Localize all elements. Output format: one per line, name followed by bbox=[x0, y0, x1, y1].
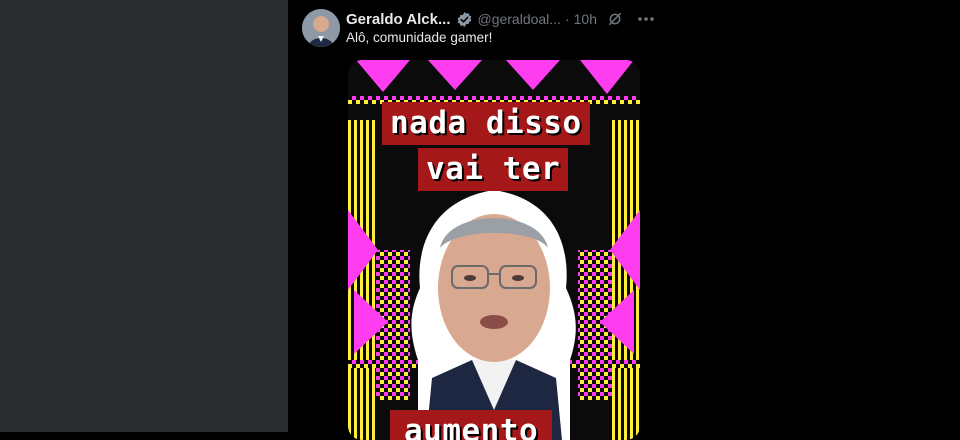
caption-line-1: nada disso bbox=[382, 102, 590, 145]
tweet-card[interactable]: Geraldo Alck... @geraldoal... · 10h Alô,… bbox=[288, 0, 960, 440]
avatar[interactable] bbox=[302, 9, 340, 47]
separator-dot: · bbox=[564, 11, 570, 27]
caption-line-2: vai ter bbox=[418, 148, 569, 191]
left-sidebar-panel bbox=[0, 0, 288, 432]
tweet-text: Alô, comunidade gamer! bbox=[346, 30, 493, 45]
tweet-timestamp[interactable]: 10h bbox=[574, 11, 597, 27]
caption-line-3: aumento bbox=[390, 410, 553, 440]
author-handle[interactable]: @geraldoal... bbox=[477, 11, 560, 27]
verified-badge-icon bbox=[456, 11, 473, 28]
author-name[interactable]: Geraldo Alck... bbox=[346, 11, 450, 28]
tweet-header: Geraldo Alck... @geraldoal... · 10h bbox=[346, 9, 657, 29]
more-options-icon[interactable] bbox=[635, 11, 657, 27]
tweet-media-video[interactable]: nada disso vai ter aumento bbox=[348, 60, 640, 440]
grok-icon[interactable] bbox=[607, 11, 623, 27]
